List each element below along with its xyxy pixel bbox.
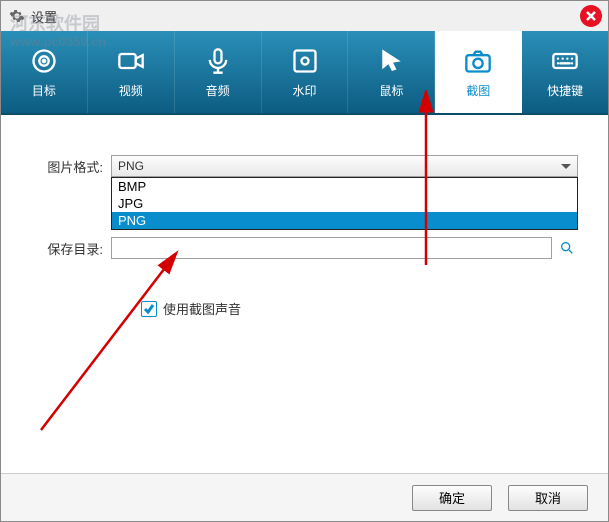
mic-icon	[203, 46, 233, 76]
cancel-button[interactable]: 取消	[508, 485, 588, 511]
close-icon	[585, 10, 597, 22]
cursor-icon	[376, 46, 406, 76]
video-icon	[116, 46, 146, 76]
image-format-label: 图片格式:	[31, 157, 111, 176]
camera-icon	[463, 46, 493, 76]
sound-checkbox-row: 使用截图声音	[141, 299, 578, 318]
annotation-arrow-diag	[31, 245, 191, 435]
footer: 确定 取消	[1, 473, 608, 521]
image-format-row: 图片格式: PNG	[31, 155, 578, 177]
tabbar: 目标 视频 音频 水印 鼠标 截图 快捷键	[1, 31, 608, 115]
tab-label: 目标	[32, 82, 56, 99]
sound-checkbox[interactable]	[141, 301, 157, 317]
watermark-icon	[290, 46, 320, 76]
tab-target[interactable]: 目标	[1, 31, 88, 113]
titlebar: 设置	[1, 1, 608, 31]
content-area: 图片格式: PNG BMP JPG PNG 保存目录: 使用截图声音	[1, 115, 608, 473]
dropdown-item-png[interactable]: PNG	[112, 212, 577, 229]
ok-button[interactable]: 确定	[412, 485, 492, 511]
select-value: PNG	[118, 159, 144, 173]
tab-watermark[interactable]: 水印	[262, 31, 349, 113]
gear-icon	[9, 8, 25, 24]
tab-label: 截图	[466, 82, 490, 99]
window-title: 设置	[31, 7, 57, 26]
tab-label: 鼠标	[379, 82, 403, 99]
tab-audio[interactable]: 音频	[175, 31, 262, 113]
check-icon	[143, 303, 155, 315]
search-icon	[559, 240, 575, 256]
chevron-down-icon	[561, 164, 571, 169]
tab-video[interactable]: 视频	[88, 31, 175, 113]
format-dropdown: BMP JPG PNG	[111, 177, 578, 230]
tab-hotkey[interactable]: 快捷键	[522, 31, 608, 113]
tab-screenshot[interactable]: 截图	[435, 31, 522, 113]
sound-checkbox-label: 使用截图声音	[163, 299, 241, 318]
tab-label: 音频	[206, 82, 230, 99]
close-button[interactable]	[580, 5, 602, 27]
browse-button[interactable]	[556, 237, 578, 259]
tab-label: 快捷键	[547, 82, 583, 99]
tab-label: 视频	[119, 82, 143, 99]
save-dir-input[interactable]	[111, 237, 552, 259]
image-format-select[interactable]: PNG	[111, 155, 578, 177]
settings-window: 设置 河东软件园 www.pc0359.cn 目标 视频 音频 水印 鼠标	[0, 0, 609, 522]
tab-label: 水印	[293, 82, 317, 99]
tab-mouse[interactable]: 鼠标	[348, 31, 435, 113]
keyboard-icon	[550, 46, 580, 76]
dropdown-item-jpg[interactable]: JPG	[112, 195, 577, 212]
save-dir-row: 保存目录:	[31, 237, 578, 259]
save-dir-label: 保存目录:	[31, 239, 111, 258]
target-icon	[29, 46, 59, 76]
dropdown-item-bmp[interactable]: BMP	[112, 178, 577, 195]
